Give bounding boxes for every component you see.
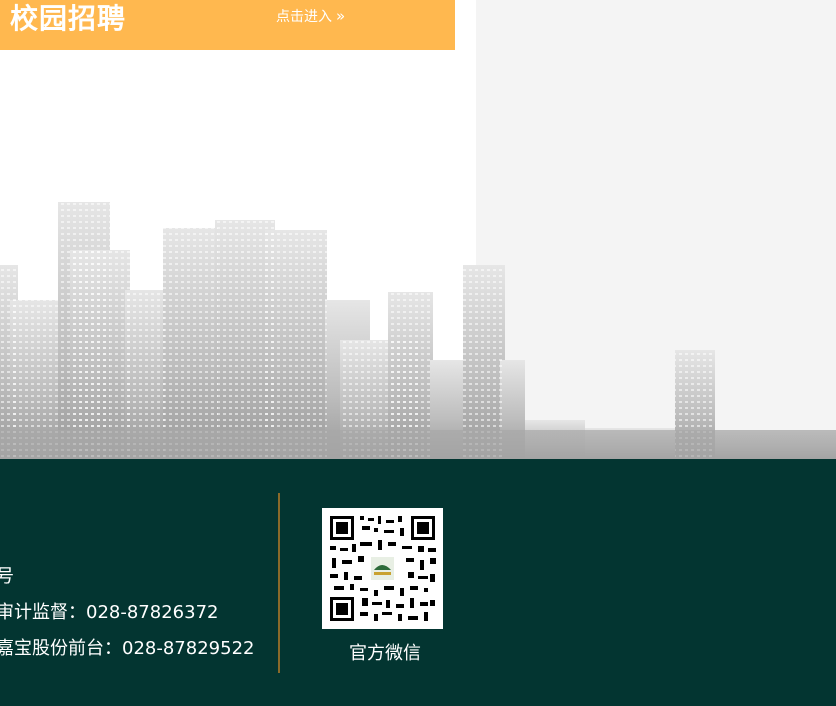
hero-section: 校园招聘 点击进入 » [0, 0, 836, 459]
contact-line: 嘉宝股份前台：028-87829522 [0, 638, 255, 659]
campus-recruitment-banner[interactable]: 校园招聘 点击进入 » [0, 0, 455, 50]
qr-label: 官方微信 [349, 643, 421, 664]
wechat-qr-code[interactable] [322, 508, 443, 629]
city-skyline-image [0, 202, 836, 459]
contact-line: 号 [0, 566, 14, 587]
footer-divider [278, 493, 280, 673]
double-chevron-right-icon: » [336, 7, 346, 25]
enter-link-label: 点击进入 [276, 9, 332, 25]
contact-info: 号 审计监督：028-87826372 嘉宝股份前台：028-87829522 [0, 559, 254, 667]
contact-line: 审计监督：028-87826372 [0, 602, 219, 623]
enter-link[interactable]: 点击进入 » [276, 6, 345, 26]
footer: 号 审计监督：028-87826372 嘉宝股份前台：028-87829522 [0, 459, 836, 706]
banner-title: 校园招聘 [10, 2, 127, 35]
